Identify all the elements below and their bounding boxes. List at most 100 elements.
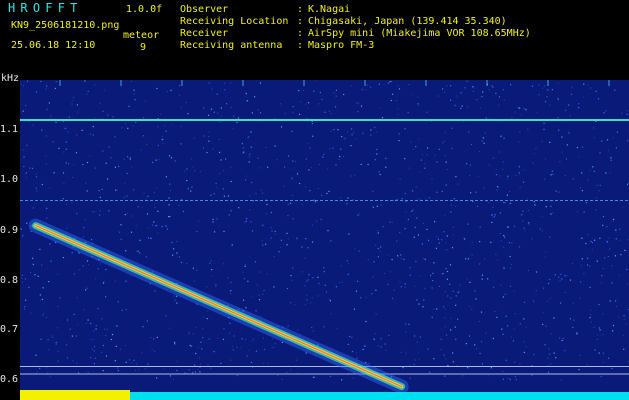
noise-dot: [30, 271, 32, 274]
noise-dot: [244, 338, 247, 340]
noise-dot: [157, 210, 159, 212]
noise-dot: [105, 269, 107, 271]
noise-dot: [347, 343, 349, 345]
noise-dot: [125, 345, 127, 347]
noise-dot: [557, 117, 559, 119]
noise-dot: [45, 316, 47, 319]
noise-dot: [576, 333, 578, 335]
noise-dot: [379, 173, 381, 176]
noise-dot: [539, 228, 541, 230]
signal-level-bar-low: [20, 390, 130, 400]
noise-dot: [243, 151, 245, 153]
noise-dot: [241, 338, 243, 340]
noise-dot: [589, 170, 591, 172]
noise-dot: [479, 226, 481, 228]
noise-dot: [455, 176, 457, 178]
noise-dot: [367, 84, 369, 86]
noise-dot: [354, 174, 356, 176]
noise-dot: [73, 164, 75, 166]
noise-dot: [365, 361, 367, 364]
noise-dot: [433, 358, 435, 360]
noise-dot: [469, 174, 471, 176]
noise-dot: [302, 89, 304, 91]
noise-dot: [94, 357, 97, 359]
noise-dot: [103, 281, 105, 283]
noise-dot: [549, 236, 551, 238]
noise-dot: [90, 357, 92, 359]
noise-dot: [136, 363, 138, 365]
noise-dot: [335, 286, 337, 288]
noise-dot: [524, 229, 526, 232]
noise-dot: [178, 94, 181, 96]
noise-dot: [560, 379, 562, 381]
noise-dot: [518, 166, 520, 168]
noise-dot: [596, 338, 598, 340]
noise-dot: [75, 152, 78, 154]
noise-dot: [231, 345, 233, 347]
noise-dot: [503, 99, 505, 101]
noise-dot: [397, 108, 399, 110]
noise-dot: [450, 297, 452, 299]
noise-dot: [230, 281, 232, 283]
noise-dot: [64, 127, 66, 129]
noise-dot: [464, 87, 466, 89]
noise-dot: [605, 110, 607, 112]
noise-dot: [318, 163, 320, 166]
noise-dot: [160, 113, 162, 115]
noise-dot: [290, 302, 292, 304]
noise-dot: [580, 187, 582, 189]
noise-dot: [123, 196, 125, 198]
noise-dot: [124, 183, 126, 185]
noise-dot: [157, 232, 159, 234]
noise-dot: [413, 363, 415, 365]
noise-dot: [527, 198, 529, 200]
noise-dot: [587, 84, 589, 86]
noise-dot: [23, 308, 25, 310]
noise-dot: [208, 136, 210, 138]
noise-dot: [479, 241, 481, 243]
noise-dot: [161, 226, 163, 228]
noise-dot: [32, 207, 34, 209]
noise-dot: [170, 157, 173, 159]
noise-dot: [531, 238, 533, 240]
noise-dot: [156, 87, 158, 90]
noise-dot: [62, 257, 65, 259]
noise-dot: [216, 186, 218, 188]
noise-dot: [490, 367, 492, 369]
noise-dot: [231, 244, 233, 246]
noise-dot: [168, 204, 170, 206]
noise-dot: [251, 296, 253, 298]
noise-dot: [52, 141, 54, 143]
noise-dot: [101, 318, 103, 320]
noise-dot: [414, 226, 416, 228]
noise-dot: [561, 278, 563, 280]
noise-dot: [186, 263, 188, 265]
noise-dot: [128, 105, 130, 107]
noise-dot: [120, 224, 122, 226]
noise-dot: [451, 127, 453, 129]
noise-dot: [89, 133, 91, 135]
noise-dot: [147, 195, 149, 197]
noise-dot: [292, 111, 294, 113]
noise-dot: [155, 159, 157, 161]
noise-dot: [259, 271, 262, 273]
noise-dot: [436, 235, 438, 237]
noise-dot: [474, 290, 476, 292]
noise-dot: [73, 97, 75, 99]
noise-dot: [273, 256, 275, 258]
noise-dot: [519, 363, 521, 365]
noise-dot: [192, 166, 194, 168]
noise-dot: [261, 239, 263, 241]
noise-dot: [121, 309, 123, 311]
noise-dot: [599, 329, 601, 331]
noise-dot: [71, 335, 73, 337]
noise-dot: [156, 336, 158, 338]
noise-dot: [351, 134, 353, 136]
noise-dot: [593, 170, 595, 172]
noise-dot: [626, 268, 628, 271]
noise-dot: [188, 331, 191, 333]
noise-dot: [499, 232, 501, 235]
noise-dot: [83, 227, 85, 229]
noise-dot: [424, 167, 426, 169]
noise-dot: [270, 211, 272, 214]
